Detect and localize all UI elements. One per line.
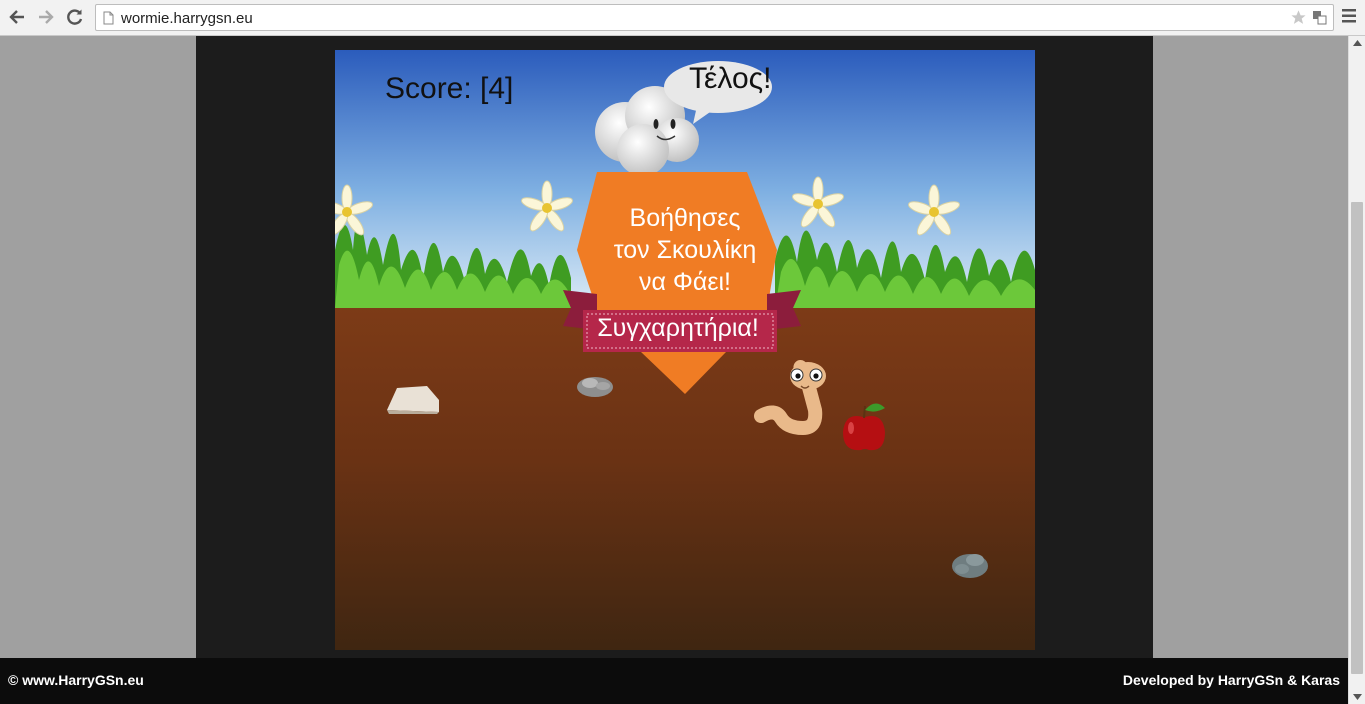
banner-line-3: να Φάει! [639,268,731,296]
back-button[interactable] [6,6,28,28]
footer-credits: Developed by HarryGSn & Karas [1122,672,1340,688]
scroll-down-arrow-icon[interactable] [1353,694,1362,700]
back-arrow-icon [9,10,24,24]
footer-copyright[interactable]: © www.HarryGSn.eu [8,672,144,688]
vertical-scrollbar[interactable] [1348,36,1365,704]
banner-line-2: τον Σκουλίκη [613,236,757,264]
scroll-thumb[interactable] [1351,202,1363,674]
speech-text: Τέλος! [689,62,772,95]
reload-icon [67,9,83,25]
translate-icon[interactable] [1312,10,1327,25]
url-text: wormie.harrygsn.eu [121,10,253,27]
banner-message: Βοήθησες τον Σκουλίκη να Φάει! [585,202,785,298]
star-icon[interactable] [1290,9,1307,26]
congratulations-label: Συγχαρητήρια! [597,314,759,342]
footer: © www.HarryGSn.eu Developed by HarryGSn … [0,658,1348,704]
score-label: Score: [4] [385,72,514,105]
grey-rock-2 [952,554,988,578]
forward-button[interactable] [35,6,57,28]
page-icon [103,11,114,25]
browser-toolbar: wormie.harrygsn.eu [0,0,1365,36]
forward-arrow-icon [39,10,54,24]
menu-icon[interactable] [1342,8,1356,24]
banner-line-1: Βοήθησες [629,204,741,232]
game-canvas[interactable]: Score: [4] Τέλος! Βοήθησες τον Σκουλίκη … [335,50,1035,650]
address-bar[interactable]: wormie.harrygsn.eu [95,4,1334,31]
page-viewport: Score: [4] Τέλος! Βοήθησες τον Σκουλίκη … [0,36,1348,704]
reload-button[interactable] [64,6,86,28]
scroll-up-arrow-icon[interactable] [1353,40,1362,46]
grey-rock-1 [577,377,613,397]
game-scene [335,50,1035,650]
